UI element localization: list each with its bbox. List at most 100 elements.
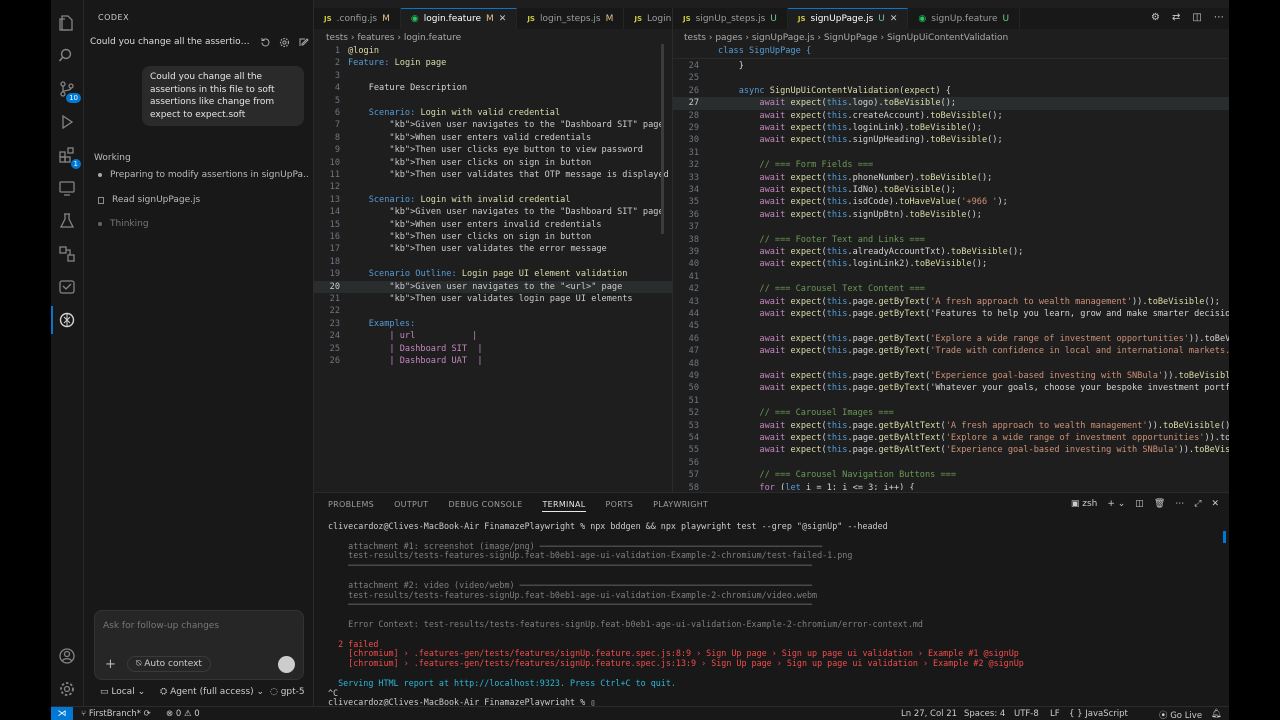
- breadcrumb-separator: ›: [705, 33, 716, 43]
- settings-icon[interactable]: [279, 37, 290, 48]
- code-line: 12: [314, 181, 672, 193]
- code-line: 33 await expect(this.phoneNumber).toBeVi…: [673, 172, 1229, 184]
- notifications-icon[interactable]: 🔔︎: [1211, 709, 1222, 719]
- source-control-icon[interactable]: 10: [56, 78, 81, 103]
- panel-tab-playwright[interactable]: PLAYWRIGHT: [653, 500, 708, 512]
- followup-input[interactable]: [103, 621, 293, 631]
- split-terminal-icon[interactable]: ◫: [1135, 499, 1144, 509]
- breadcrumb-item[interactable]: SignUpPage: [824, 33, 878, 43]
- panel-tab-ports[interactable]: PORTS: [606, 500, 634, 512]
- problems-indicator[interactable]: ⊗ 0 ⚠ 0: [166, 709, 200, 719]
- run-debug-icon[interactable]: [56, 111, 78, 133]
- code-line: 56: [673, 457, 1229, 469]
- tab-right-2[interactable]: ◉ signUp.feature U: [908, 8, 1021, 29]
- breadcrumb-item[interactable]: tests: [326, 33, 348, 43]
- indentation[interactable]: Spaces: 4: [964, 709, 1005, 719]
- panel-tab-debug-console[interactable]: DEBUG CONSOLE: [448, 500, 522, 512]
- line-ending[interactable]: LF: [1050, 709, 1060, 719]
- code-line: 55 await expect(this.page.getByAltText('…: [673, 444, 1229, 456]
- terminal-scrollbar[interactable]: [1223, 531, 1226, 543]
- explorer-icon[interactable]: [56, 12, 78, 34]
- search-icon[interactable]: [56, 45, 78, 67]
- codex-icon[interactable]: [56, 309, 78, 331]
- extensions-icon[interactable]: 1: [56, 144, 81, 169]
- line-number: 56: [688, 457, 699, 468]
- close-tab-icon[interactable]: ✕: [890, 14, 898, 24]
- go-live-button[interactable]: ⦿ Go Live: [1159, 709, 1202, 720]
- copilot-icon[interactable]: ⚙: [1151, 12, 1160, 23]
- code-text: // === Carousel Navigation Buttons ===: [718, 470, 956, 481]
- breadcrumb-item[interactable]: login.feature: [404, 33, 461, 43]
- compare-icon[interactable]: ⇄: [1172, 12, 1180, 23]
- panel-tab-output[interactable]: OUTPUT: [394, 500, 428, 512]
- tab-right-0[interactable]: JS signUp_steps.js U: [673, 8, 788, 29]
- tab-right-1[interactable]: JS signUpPage.js U ✕: [787, 8, 909, 29]
- code-text: await expect(this.page.getByText('A fres…: [759, 296, 1220, 307]
- add-icon[interactable]: +: [105, 657, 116, 672]
- account-icon[interactable]: [56, 645, 78, 667]
- breadcrumb-item[interactable]: SignUpUiContentValidation: [887, 33, 1008, 43]
- tab-left-1[interactable]: ◉ login.feature M ✕: [400, 8, 518, 29]
- code-text: await expect(this.page.getByText('Explor…: [759, 333, 1229, 344]
- new-chat-icon[interactable]: [298, 37, 309, 48]
- feature-editor[interactable]: 1 @login 2 Feature: Login page 3 4 Feature De…: [314, 44, 672, 490]
- breadcrumb-item[interactable]: pages: [715, 33, 742, 43]
- agent-selector[interactable]: ⛭ Agent (full access) ⌄: [160, 687, 264, 697]
- line-number: 8: [334, 132, 340, 143]
- terminal-line: Serving HTML report at http://localhost:…: [328, 677, 676, 688]
- close-panel-icon[interactable]: ✕: [1211, 499, 1219, 509]
- line-number: 31: [688, 147, 699, 158]
- remote-explorer-icon[interactable]: [56, 177, 78, 199]
- panel-more-icon[interactable]: ⋯: [1175, 499, 1184, 509]
- tab-label: signUp_steps.js: [695, 13, 766, 24]
- code-line: 19 Scenario Outline: Login page UI eleme…: [314, 268, 672, 280]
- panel-tab-terminal[interactable]: TERMINAL: [542, 500, 586, 512]
- tab-left-2[interactable]: JS login_steps.js M: [517, 8, 625, 29]
- breadcrumb-item[interactable]: tests: [684, 33, 706, 43]
- code-line: 4 Feature Description: [314, 82, 672, 94]
- js-editor[interactable]: 24 } 25 26 async SignUpUiContentValidation…: [673, 59, 1229, 490]
- line-number: 33: [688, 172, 699, 183]
- containers-icon[interactable]: [56, 243, 78, 265]
- git-graph-icon[interactable]: [56, 276, 78, 298]
- code-line: 53 await expect(this.page.getByAltText('…: [673, 420, 1229, 432]
- settings-gear-icon[interactable]: [56, 678, 78, 700]
- line-number: 11: [329, 170, 340, 180]
- cursor-position[interactable]: Ln 27, Col 21: [901, 709, 957, 719]
- line-number: 40: [688, 259, 699, 270]
- code-line: 9 "kb">Then user clicks eye button to vi…: [314, 144, 672, 156]
- tab-left-3[interactable]: JS LoginP: [624, 8, 672, 29]
- line-number: 24: [688, 61, 699, 71]
- send-button[interactable]: [278, 656, 295, 673]
- encoding[interactable]: UTF-8: [1014, 709, 1039, 719]
- code-line: 52 // === Carousel Images ===: [673, 407, 1229, 419]
- testing-icon[interactable]: [56, 210, 78, 232]
- model-selector[interactable]: ◌ gpt-5: [270, 687, 305, 697]
- line-number: 23: [329, 318, 340, 329]
- tab-left-0[interactable]: JS .config.js M: [314, 8, 401, 29]
- local-selector[interactable]: ▭ Local ⌄: [100, 687, 145, 697]
- breadcrumb-item[interactable]: signUpPage.js: [752, 33, 815, 43]
- split-editor-icon[interactable]: ◫: [1192, 12, 1201, 23]
- remote-indicator-icon[interactable]: ⋊: [51, 707, 73, 720]
- close-tab-icon[interactable]: ✕: [499, 14, 507, 24]
- local-label: Local: [111, 687, 135, 697]
- sticky-scroll: class SignUpPage {: [673, 44, 1229, 59]
- more-actions-icon[interactable]: ⋯: [1214, 12, 1224, 23]
- thread-title[interactable]: Could you change all the assertions in t…: [90, 37, 250, 47]
- auto-context-button[interactable]: ⍉ Auto context: [127, 656, 211, 672]
- language-mode[interactable]: { } JavaScript: [1069, 709, 1128, 719]
- breadcrumb-item[interactable]: features: [357, 33, 394, 43]
- left-scrollbar[interactable]: [661, 44, 664, 234]
- new-terminal-icon[interactable]: + ⌄: [1107, 499, 1125, 509]
- kill-terminal-icon[interactable]: 🗑︎: [1154, 499, 1165, 509]
- panel-tab-problems[interactable]: PROBLEMS: [328, 500, 374, 512]
- history-icon[interactable]: [260, 37, 271, 48]
- code-text: }: [718, 61, 744, 71]
- branch-indicator[interactable]: ⑂ FirstBranch* ⟳: [81, 709, 151, 719]
- maximize-panel-icon[interactable]: ⤢: [1194, 499, 1201, 509]
- terminal-shell-icon[interactable]: ▣ zsh: [1071, 499, 1098, 509]
- code-text: "kb">Given user navigates to the "Dashbo…: [389, 207, 664, 218]
- line-number: 39: [688, 247, 699, 257]
- code-line: 51: [673, 395, 1229, 407]
